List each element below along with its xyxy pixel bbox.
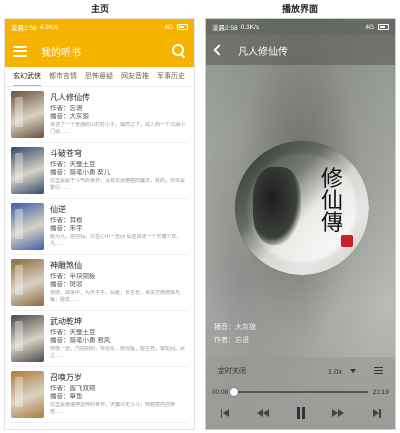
- time-current: 00:08: [212, 388, 229, 396]
- skip-previous-icon: [220, 408, 230, 418]
- status-time: 凌晨2:58: [11, 25, 37, 32]
- back-icon[interactable]: [214, 45, 224, 55]
- left-caption: 主页: [90, 4, 109, 14]
- progress-thumb[interactable]: [230, 388, 239, 396]
- speed-selector[interactable]: 1.0x: [328, 367, 356, 376]
- book-item[interactable]: 武动乾坤作者：天蚕土豆 播音：猎笔小勇 君风修炼一途，乃窃阴阳，夺造化，转涅槃，握…: [11, 311, 188, 367]
- network-label: 4G: [365, 23, 374, 31]
- skip-next-button[interactable]: [367, 404, 385, 422]
- playlist-icon[interactable]: [374, 366, 385, 376]
- skip-previous-button[interactable]: [216, 404, 234, 422]
- speed-value: 1.0x: [327, 366, 342, 376]
- book-info: 神雕煞仙作者：半块铜板 播音：斑驳苦修，战争中，为天不平，仙者，长生也，事关万族修…: [50, 259, 188, 306]
- book-cover: [11, 91, 44, 138]
- book-info: 凡人修仙传作者：忘语 播音：大灰狼讲述了一个普通的山村穷小子，偶然之下，跨入到一个…: [50, 91, 188, 138]
- book-description: 修炼一途，乃窃阴阳，夺造化，转涅槃，握生死，掌轮回。武之……: [50, 346, 186, 359]
- book-item[interactable]: 神雕煞仙作者：半块铜板 播音：斑驳苦修，战争中，为天不平，仙者，长生也，事关万族修…: [11, 255, 188, 311]
- narrator-line: 播音：大灰狼: [214, 324, 256, 331]
- player-title: 凡人修仙传: [238, 46, 288, 58]
- book-author: 作者：耳根: [50, 217, 83, 224]
- book-cover: [11, 259, 44, 306]
- book-narrator: 播音：猎笔小勇 葵儿: [50, 169, 111, 176]
- book-description: 这里是属于斗气的世界，没有花俏艳丽的魔法，有的，仅仅是繁衍……: [50, 178, 186, 191]
- book-description: 苦修，战争中，为天不平，仙者，长生也，事关万族修炼与每，除去……: [50, 290, 181, 303]
- album-figure: [253, 167, 301, 245]
- album-disc: 修仙傳: [235, 141, 369, 275]
- album-calligraphy: 修仙傳: [320, 167, 343, 236]
- book-list: 凡人修仙传作者：忘语 播音：大灰狼讲述了一个普通的山村穷小子，偶然之下，跨入到一个…: [5, 87, 194, 423]
- rewind-icon: [256, 408, 269, 418]
- menu-icon[interactable]: [13, 45, 27, 57]
- tab-kongbu[interactable]: 恐怖悬疑: [81, 67, 117, 86]
- book-author: 作者：天蚕土豆: [50, 161, 96, 168]
- tab-wangyou[interactable]: 网友音推: [117, 67, 153, 86]
- status-speed: 4.9K/s: [39, 23, 59, 31]
- book-description: 顺为凡，逆则仙，只在心中一念间 仙逆讲述一个平庸少年，凡……: [50, 234, 182, 247]
- book-narrator: 播音：章鱼: [50, 393, 83, 400]
- network-label: 4G: [164, 23, 173, 31]
- book-item[interactable]: 召唤万岁作者：霞飞双颊 播音：章鱼这里是被诸神遗弃的世界，天魔冷无斗斗，穿越竟然召…: [11, 367, 188, 423]
- fast-forward-button[interactable]: [329, 404, 347, 422]
- app-bar: 我的听书: [5, 35, 194, 67]
- time-total: 21:19: [372, 388, 389, 396]
- book-author: 作者：霞飞双颊: [50, 385, 96, 392]
- rewind-button[interactable]: [254, 404, 272, 422]
- player-toolbar: 凡人修仙传: [206, 35, 395, 65]
- app-title: 我的听书: [41, 47, 81, 59]
- book-info: 斗破苍穹作者：天蚕土豆 播音：猎笔小勇 葵儿这里是属于斗气的世界，没有花俏艳丽的魔…: [50, 147, 188, 194]
- book-info: 召唤万岁作者：霞飞双颊 播音：章鱼这里是被诸神遗弃的世界，天魔冷无斗斗，穿越竟然召…: [50, 371, 188, 418]
- tab-xuanhuan[interactable]: 玄幻武侠: [9, 67, 45, 86]
- book-cover: [11, 147, 44, 194]
- progress-slider[interactable]: [230, 388, 368, 396]
- category-tabs: 玄幻武侠 都市言情 恐怖悬疑 网友音推 军事历史: [5, 67, 194, 87]
- book-cover: [11, 315, 44, 362]
- book-item[interactable]: 斗破苍穹作者：天蚕土豆 播音：猎笔小勇 葵儿这里是属于斗气的世界，没有花俏艳丽的魔…: [11, 143, 188, 199]
- book-title: 召唤万岁: [50, 373, 82, 382]
- fast-forward-icon: [332, 408, 345, 418]
- right-caption: 播放界面: [281, 4, 318, 14]
- book-cover: [11, 203, 44, 250]
- author-line: 作者：忘语: [214, 337, 249, 344]
- book-narrator: 播音：猎笔小勇 君风: [50, 337, 111, 344]
- status-speed: 0.3K/s: [240, 23, 260, 31]
- album-seal: [341, 235, 353, 247]
- tab-dushi[interactable]: 都市言情: [45, 67, 81, 86]
- pause-button[interactable]: [292, 404, 310, 422]
- home-screen: 凌晨2:58 4.9K/s 4G 我的听书 玄幻武侠 都市言情 恐怖悬疑 网友音…: [4, 18, 195, 430]
- status-bar: 凌晨2:58 0.3K/s 4G: [206, 19, 395, 35]
- battery-icon: [378, 24, 389, 30]
- book-narrator: 播音：大灰狼: [50, 113, 89, 120]
- book-author: 作者：天蚕土豆: [50, 329, 96, 336]
- book-title: 武动乾坤: [50, 317, 82, 326]
- book-description: 讲述了一个普通的山村穷小子，偶然之下，跨入到一个江湖小门派……: [50, 122, 186, 135]
- book-item[interactable]: 仙逆作者：耳根 播音：朱宇顺为凡，逆则仙，只在心中一念间 仙逆讲述一个平庸少年，凡…: [11, 199, 188, 255]
- player-controls: 定时关闭 1.0x 00:08 21:19: [206, 357, 395, 429]
- book-narrator: 播音：斑驳: [50, 281, 83, 288]
- book-cover: [11, 371, 44, 418]
- status-bar: 凌晨2:58 4.9K/s 4G: [5, 19, 194, 35]
- skip-next-icon: [372, 408, 381, 418]
- book-author: 作者：忘语: [50, 105, 83, 112]
- battery-icon: [177, 24, 188, 30]
- book-title: 神雕煞仙: [50, 261, 82, 270]
- sleep-timer-button[interactable]: 定时关闭: [218, 366, 246, 376]
- book-title: 凡人修仙传: [50, 93, 90, 102]
- player-screen: 凌晨2:58 0.3K/s 4G 凡人修仙传 修仙傳 播音：大灰狼 作者：忘语 …: [205, 18, 396, 430]
- book-author: 作者：半块铜板: [50, 273, 96, 280]
- pause-icon: [296, 407, 306, 419]
- search-icon[interactable]: [172, 44, 186, 58]
- book-info: 武动乾坤作者：天蚕土豆 播音：猎笔小勇 君风修炼一途，乃窃阴阳，夺造化，转涅槃，握…: [50, 315, 188, 362]
- book-item[interactable]: 凡人修仙传作者：忘语 播音：大灰狼讲述了一个普通的山村穷小子，偶然之下，跨入到一个…: [11, 87, 188, 143]
- tab-junshi[interactable]: 军事历史: [153, 67, 189, 86]
- book-title: 斗破苍穹: [50, 149, 82, 158]
- book-narrator: 播音：朱宇: [50, 225, 83, 232]
- book-description: 这里是被诸神遗弃的世界，天魔冷无斗斗，穿越竟然召唤兽……: [50, 402, 176, 415]
- chevron-down-icon: [350, 369, 356, 373]
- book-title: 仙逆: [50, 205, 66, 214]
- book-info: 仙逆作者：耳根 播音：朱宇顺为凡，逆则仙，只在心中一念间 仙逆讲述一个平庸少年，凡…: [50, 203, 188, 250]
- status-time: 凌晨2:58: [212, 25, 238, 32]
